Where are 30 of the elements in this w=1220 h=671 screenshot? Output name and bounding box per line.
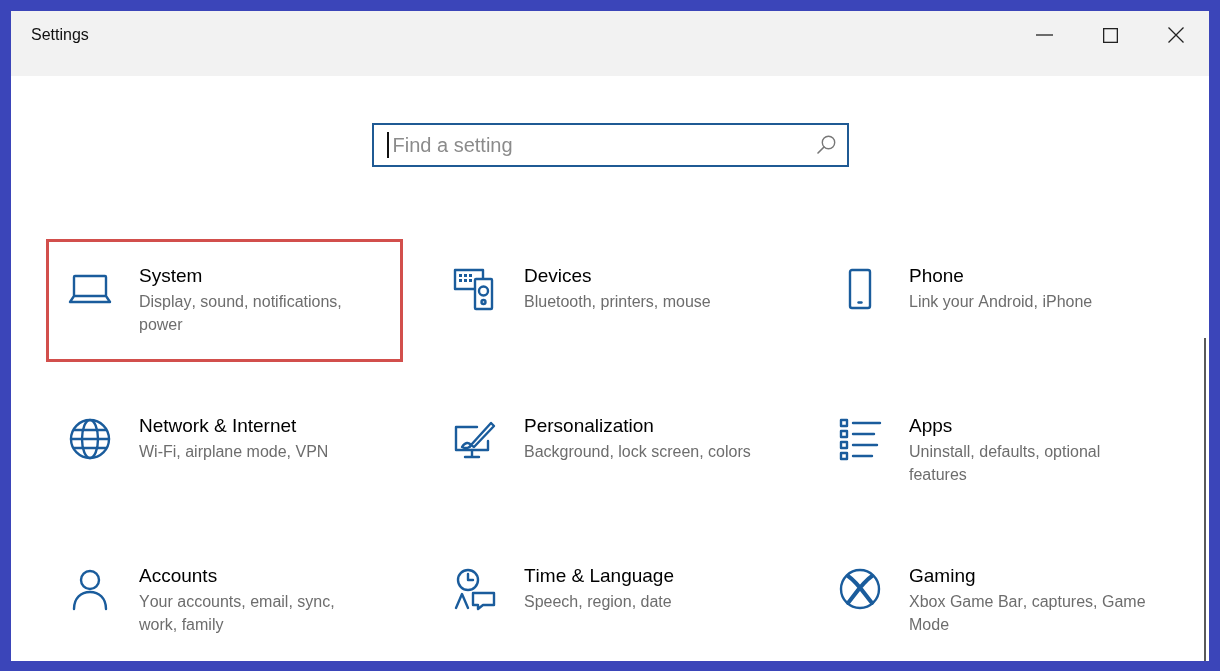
text-cursor (386, 132, 389, 158)
category-title[interactable]: Personalization (524, 413, 654, 439)
circle-x-icon (838, 567, 882, 611)
window-title: Settings (31, 25, 89, 45)
category-title[interactable]: Gaming (909, 563, 976, 589)
category-description: Speech, region, date (524, 592, 673, 612)
category-title[interactable]: System (139, 263, 203, 289)
category-description: Wi-Fi, airplane mode, VPN (139, 442, 330, 462)
category-title[interactable]: Accounts (139, 563, 218, 589)
minimize-icon (1035, 34, 1053, 36)
search-field[interactable]: Find a setting (371, 123, 849, 167)
category-description: Xbox Game Bar, captures, Game Mode (909, 592, 1147, 635)
clock-speech-icon (453, 567, 497, 611)
globe-icon (68, 417, 112, 461)
category-title[interactable]: Network & Internet (139, 413, 297, 439)
close-icon (1168, 27, 1184, 43)
category-description: Your accounts, email, sync, work, family (139, 592, 336, 635)
category-title[interactable]: Phone (909, 263, 964, 289)
maximize-icon (1102, 27, 1118, 43)
scrollbar-thumb[interactable] (1204, 338, 1206, 661)
category-title[interactable]: Time & Language (524, 563, 674, 589)
category-description: Bluetooth, printers, mouse (524, 292, 712, 312)
category-description: Uninstall, defaults, optional features (909, 442, 1102, 485)
category-description: Background, lock screen, colors (524, 442, 752, 462)
category-description: Display, sound, notifications, power (139, 292, 343, 335)
list-icon (838, 417, 882, 461)
search-icon (816, 135, 836, 154)
category-description: Link your Android, iPhone (909, 292, 1094, 312)
category-title[interactable]: Apps (909, 413, 953, 439)
category-title[interactable]: Devices (524, 263, 592, 289)
